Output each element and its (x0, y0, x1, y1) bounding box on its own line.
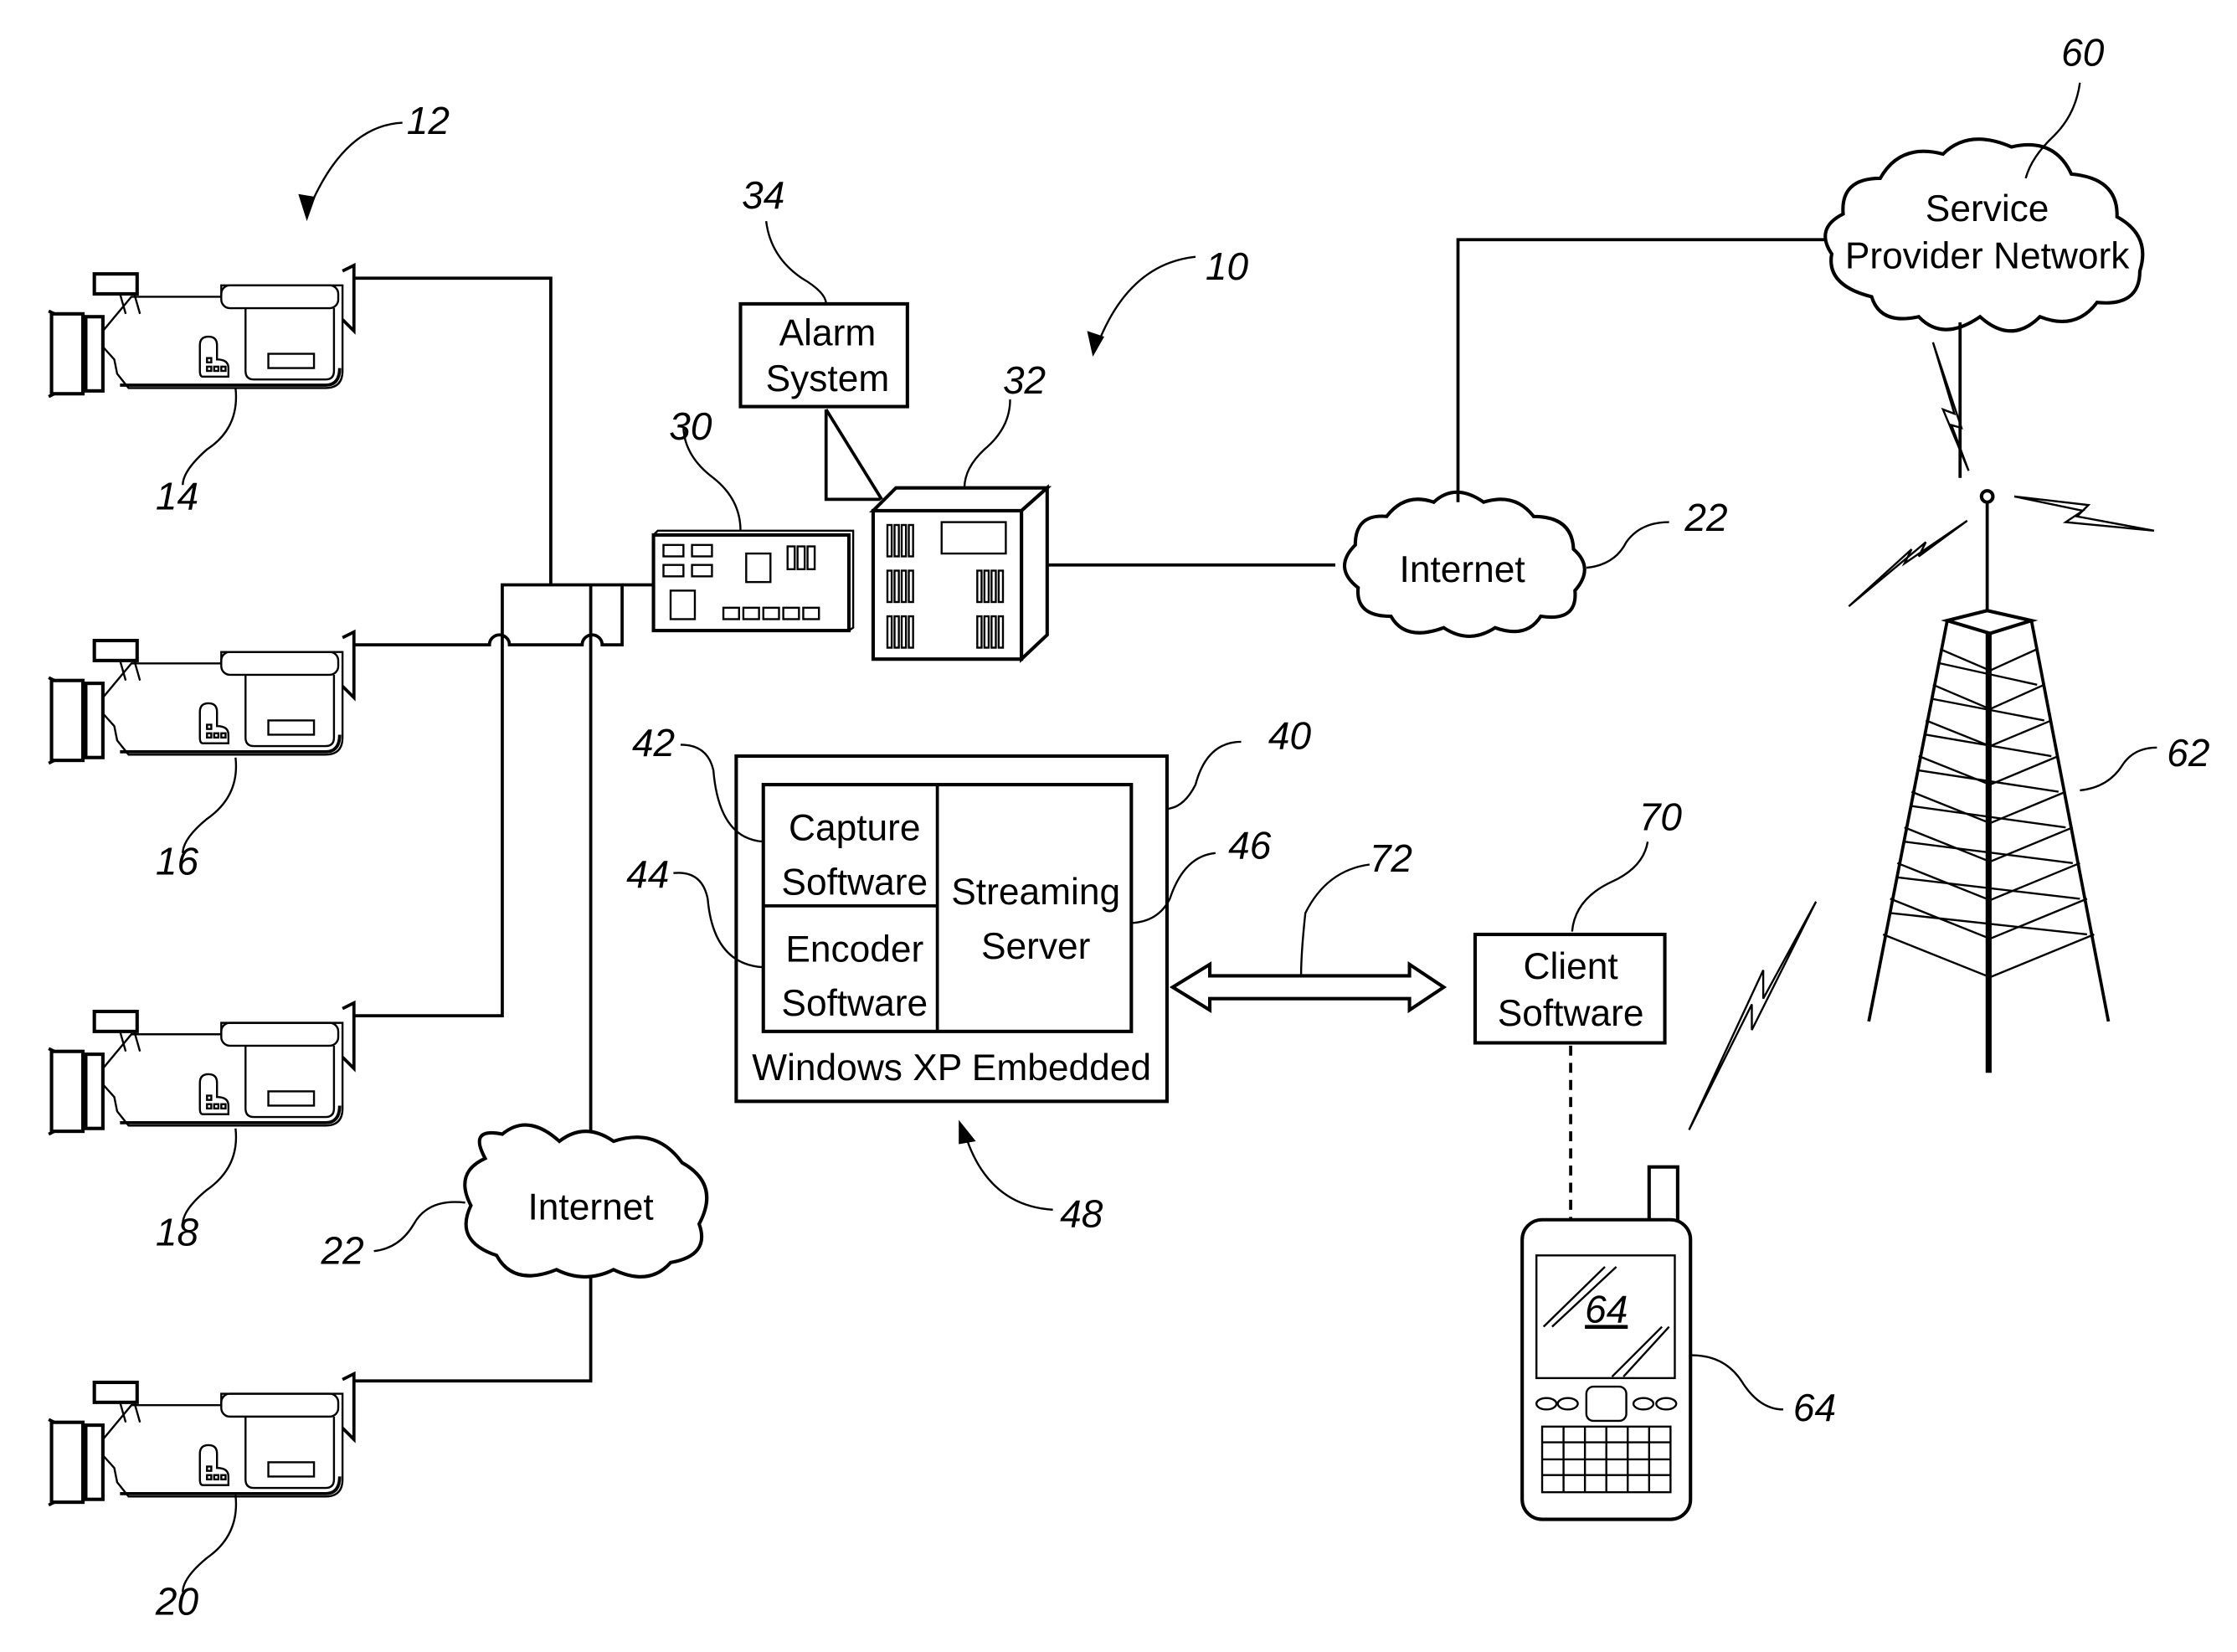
bidirectional-arrow-72 (1169, 960, 1448, 1014)
ref-70: 70 (1639, 795, 1683, 839)
ref-16: 16 (156, 839, 199, 883)
internet-cloud-left: Internet (463, 1123, 709, 1279)
ref-62: 62 (2167, 731, 2209, 775)
ref-30: 30 (669, 404, 712, 448)
ref-72: 72 (1370, 836, 1412, 880)
svg-text:Software: Software (781, 862, 928, 903)
svg-text:Server: Server (981, 926, 1091, 967)
camera-18 (49, 1003, 354, 1135)
ref-12: 12 (407, 99, 450, 142)
phone-screen-ref: 64 (1585, 1287, 1628, 1330)
camera-16 (49, 632, 354, 764)
svg-text:Software: Software (781, 983, 928, 1024)
service-provider-cloud: Service Provider Network (1823, 137, 2145, 478)
svg-text:Alarm: Alarm (779, 312, 877, 353)
alarm-system-box: Alarm System (738, 301, 909, 502)
ref-60: 60 (2061, 30, 2105, 74)
ref-20: 20 (155, 1580, 199, 1624)
client-software-box: Client Software (1473, 932, 1667, 1220)
ref-42: 42 (632, 721, 675, 764)
ref-22-right: 22 (1684, 496, 1727, 539)
internet-label-left: Internet (528, 1187, 654, 1228)
cell-tower-62 (1867, 489, 2111, 1073)
streaming-server-label: Streaming (951, 872, 1120, 913)
svg-text:Service: Service (1926, 188, 2049, 229)
internet-label-right: Internet (1400, 549, 1525, 590)
dvr-30 (651, 529, 855, 633)
svg-text:System: System (766, 358, 890, 399)
ref-18: 18 (156, 1210, 199, 1253)
ref-32: 32 (1003, 358, 1046, 402)
encoder-software-label: Encoder (785, 929, 923, 970)
svg-text:Client: Client (1523, 946, 1617, 987)
os-label: Windows XP Embedded (752, 1047, 1151, 1088)
ref-46: 46 (1228, 824, 1272, 867)
svg-text:Software: Software (1498, 993, 1644, 1034)
software-box-40: Capture Software Encoder Software Stream… (734, 754, 1169, 1104)
capture-software-label: Capture (789, 808, 921, 849)
server-32 (869, 484, 1335, 663)
ref-34: 34 (742, 173, 784, 217)
camera-14 (49, 265, 354, 397)
mobile-phone-64: 64 (1520, 1165, 1693, 1521)
ref-40: 40 (1268, 713, 1312, 757)
ref-22-left: 22 (321, 1229, 364, 1273)
system-diagram: Internet Alarm System Internet Service P… (0, 30, 2209, 1624)
ref-10: 10 (1206, 244, 1249, 288)
internet-cloud-right: Internet (1343, 238, 1832, 638)
svg-text:Provider Network: Provider Network (1845, 235, 2130, 276)
ref-64: 64 (1793, 1386, 1836, 1429)
ref-48: 48 (1060, 1191, 1103, 1235)
wireless-signal-icons (1688, 342, 2155, 1130)
ref-44: 44 (626, 852, 669, 896)
camera-20 (49, 1374, 354, 1505)
ref-14: 14 (156, 474, 198, 517)
